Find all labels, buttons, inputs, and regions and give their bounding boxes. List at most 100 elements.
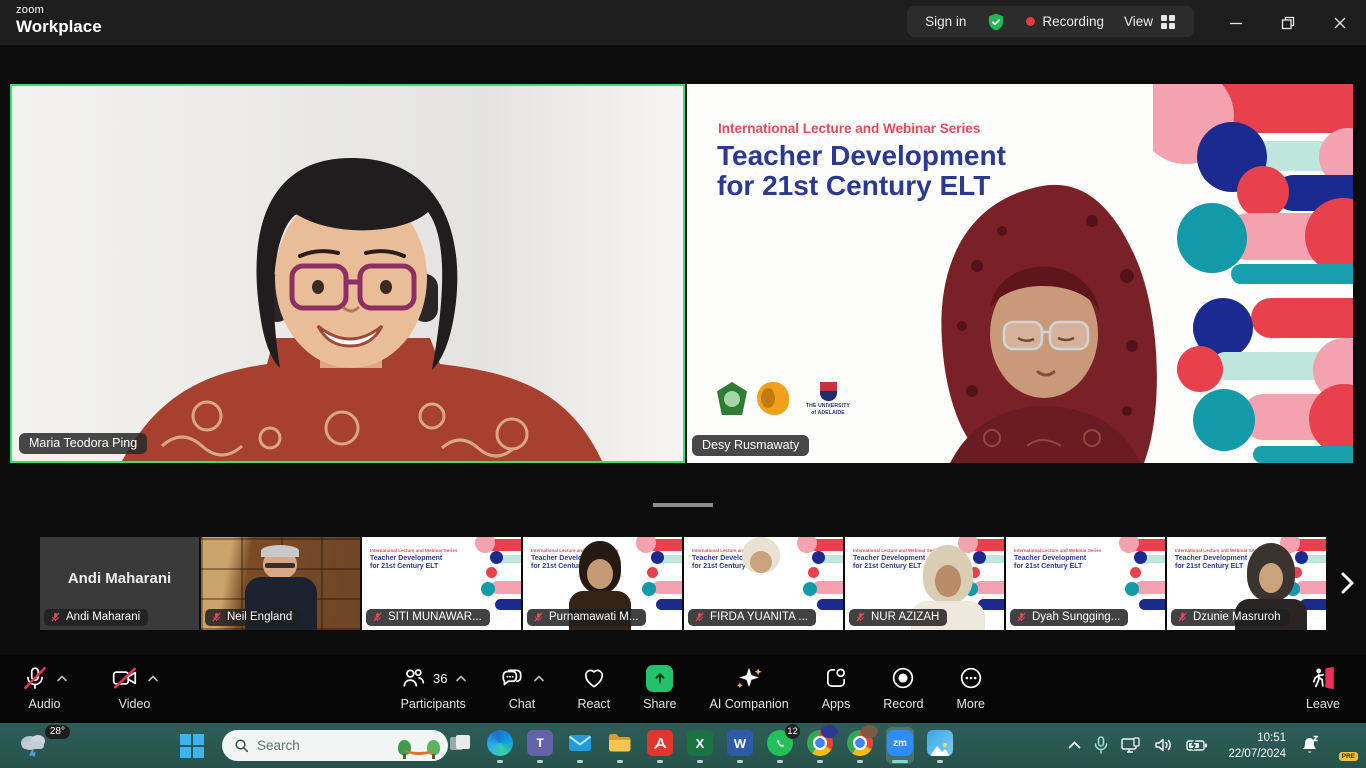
video-tile-maria[interactable]: Maria Teodora Ping — [10, 84, 685, 463]
filmstrip: Andi Maharani Andi Maharani Neil England… — [40, 537, 1326, 630]
view-grid-icon — [1160, 14, 1176, 30]
window-controls — [1210, 0, 1366, 45]
participants-count: 36 — [433, 671, 447, 686]
taskbar-clock[interactable]: 10:51 22/07/2024 — [1212, 729, 1292, 763]
whatsapp-badge: 12 — [785, 724, 800, 739]
excel-icon[interactable]: X — [686, 727, 714, 764]
start-button[interactable] — [180, 734, 204, 758]
edge-browser-icon[interactable] — [486, 727, 514, 764]
task-view-icon[interactable] — [446, 727, 474, 764]
mic-muted-icon — [211, 611, 222, 623]
more-button[interactable]: More — [957, 664, 985, 711]
tray-battery-icon[interactable] — [1186, 733, 1208, 757]
thumb-name-tag: Dzunie Masruroh — [1171, 609, 1289, 626]
filmstrip-thumb-neil[interactable]: Neil England — [201, 537, 360, 630]
filmstrip-thumb-dyah[interactable]: International Lecture and Webinar Series… — [1006, 537, 1165, 630]
notification-bell-icon[interactable] — [1300, 735, 1319, 755]
filmstrip-thumb-siti[interactable]: International Lecture and Webinar Series… — [362, 537, 521, 630]
camera-muted-icon — [111, 665, 139, 691]
university-logo-green-icon — [717, 382, 747, 415]
tray-display-icon[interactable] — [1121, 733, 1141, 757]
audio-options-chevron[interactable] — [57, 675, 67, 682]
desy-video-illustration — [892, 176, 1192, 463]
security-shield-icon[interactable] — [986, 12, 1006, 32]
university-of-adelaide-logo: THE UNIVERSITY of ADELAIDE — [799, 382, 857, 416]
participants-options-chevron[interactable] — [456, 675, 466, 682]
thumb-name-tag: FIRDA YUANITA ... — [688, 609, 816, 626]
file-explorer-icon[interactable] — [606, 727, 634, 764]
adobe-acrobat-icon[interactable] — [646, 727, 674, 764]
share-button[interactable]: Share — [643, 664, 676, 711]
thumb-name-tag: SITI MUNAWAR... — [366, 609, 490, 626]
recording-dot-icon — [1026, 17, 1035, 26]
participants-button[interactable]: 36 Participants — [400, 664, 466, 711]
filmstrip-thumb-andi[interactable]: Andi Maharani Andi Maharani — [40, 537, 199, 630]
record-button[interactable]: Record — [883, 664, 923, 711]
word-icon[interactable]: W — [726, 727, 754, 764]
tray-volume-icon[interactable] — [1154, 733, 1173, 757]
zoom-app-icon[interactable]: zm — [886, 727, 914, 764]
copilot-preview-badge: PRE — [1339, 752, 1358, 761]
filmstrip-resize-handle[interactable] — [653, 503, 713, 507]
filmstrip-thumb-firda[interactable]: International Lecture and Webinar Series… — [684, 537, 843, 630]
maximize-button[interactable] — [1262, 0, 1314, 45]
search-icon — [234, 738, 249, 753]
thumb-name-tag: Andi Maharani — [44, 609, 148, 626]
teams-icon[interactable]: T — [526, 727, 554, 764]
participant-name-tag: Desy Rusmawaty — [692, 435, 809, 456]
taskbar-weather-widget[interactable]: 28° — [16, 729, 62, 763]
filmstrip-thumb-purnamawati[interactable]: International Lecture and Webinar Series… — [523, 537, 682, 630]
maria-video-illustration — [12, 86, 683, 461]
leave-button[interactable]: Leave — [1306, 664, 1340, 711]
participant-name-tag: Maria Teodora Ping — [19, 433, 147, 454]
mic-muted-icon — [533, 611, 544, 623]
system-tray — [1068, 733, 1208, 757]
mail-icon[interactable] — [566, 727, 594, 764]
video-tile-desy[interactable]: International Lecture and Webinar Series… — [687, 84, 1353, 463]
video-options-chevron[interactable] — [148, 675, 158, 682]
record-icon — [890, 665, 916, 691]
chrome-avatar-2 — [861, 725, 878, 738]
tray-date: 22/07/2024 — [1218, 746, 1286, 762]
mic-muted-icon — [22, 665, 48, 691]
taskbar-search[interactable] — [222, 730, 448, 761]
photos-icon[interactable] — [926, 727, 954, 764]
video-grid: Maria Teodora Ping — [10, 84, 1353, 463]
close-button[interactable] — [1314, 0, 1366, 45]
minimize-button[interactable] — [1210, 0, 1262, 45]
filmstrip-next-button[interactable] — [1336, 568, 1362, 598]
filmstrip-thumb-nur[interactable]: International Lecture and Webinar Series… — [845, 537, 1004, 630]
brand-workplace: Workplace — [16, 18, 102, 35]
adelaide-crest-icon — [820, 382, 837, 401]
apps-icon — [823, 665, 849, 691]
filmstrip-thumb-dzunie[interactable]: International Lecture and Webinar Series… — [1167, 537, 1326, 630]
tray-microphone-icon[interactable] — [1094, 733, 1108, 757]
thumb-name-tag: Purnamawati M... — [527, 609, 646, 626]
apps-button[interactable]: Apps — [822, 664, 851, 711]
react-button[interactable]: React — [577, 664, 610, 711]
chevron-right-icon — [1336, 570, 1358, 596]
university-logo-orange-icon — [757, 382, 789, 415]
tray-chevron-up-icon[interactable] — [1068, 733, 1081, 757]
thumb-name-tag: Dyah Sungging... — [1010, 609, 1128, 626]
titlebar-status-pill: Sign in Recording View — [907, 6, 1194, 37]
chrome-profile2-icon[interactable] — [846, 727, 874, 764]
audio-button[interactable]: Audio — [22, 664, 67, 711]
ai-companion-button[interactable]: AI Companion — [709, 664, 788, 711]
search-seasonal-art — [396, 733, 442, 759]
video-button[interactable]: Video — [111, 664, 158, 711]
mic-muted-icon — [372, 611, 383, 623]
whatsapp-icon[interactable]: 12 — [766, 727, 794, 764]
search-input[interactable] — [249, 737, 396, 754]
chat-options-chevron[interactable] — [534, 675, 544, 682]
sign-in-button[interactable]: Sign in — [925, 14, 966, 29]
view-button[interactable]: View — [1124, 14, 1176, 30]
slide-logos: THE UNIVERSITY of ADELAIDE — [717, 382, 857, 416]
mic-muted-icon — [694, 611, 705, 623]
copilot-icon[interactable]: PRE — [1326, 730, 1354, 760]
mic-muted-icon — [1177, 611, 1188, 623]
chat-button[interactable]: Chat — [499, 664, 544, 711]
taskbar-app-icons: T X W 12 — [446, 727, 954, 764]
chrome-profile1-icon[interactable] — [806, 727, 834, 764]
heart-icon — [581, 665, 607, 691]
